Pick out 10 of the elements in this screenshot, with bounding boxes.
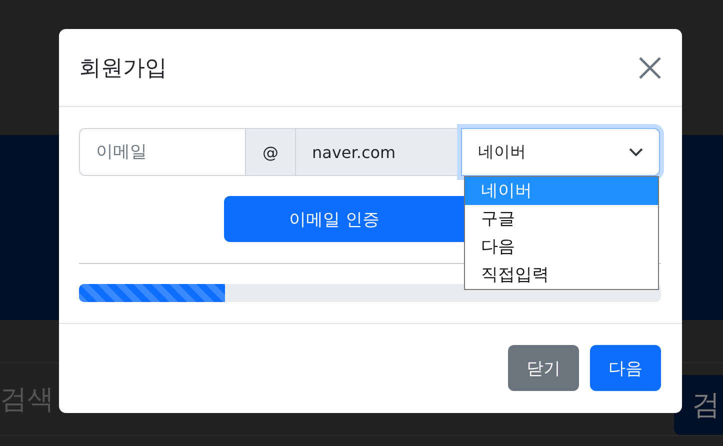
search-button[interactable]: 검: [674, 375, 723, 435]
close-icon[interactable]: [638, 56, 662, 80]
dropdown-option[interactable]: 네이버: [465, 177, 658, 205]
email-field[interactable]: 이메일: [79, 128, 246, 176]
chevron-down-icon: [629, 147, 643, 157]
modal-title: 회원가입: [79, 54, 167, 82]
at-sign-label: @: [246, 128, 296, 176]
close-button[interactable]: 닫기: [508, 345, 579, 391]
next-button[interactable]: 다음: [590, 345, 661, 391]
dropdown-option[interactable]: 직접입력: [465, 261, 658, 289]
